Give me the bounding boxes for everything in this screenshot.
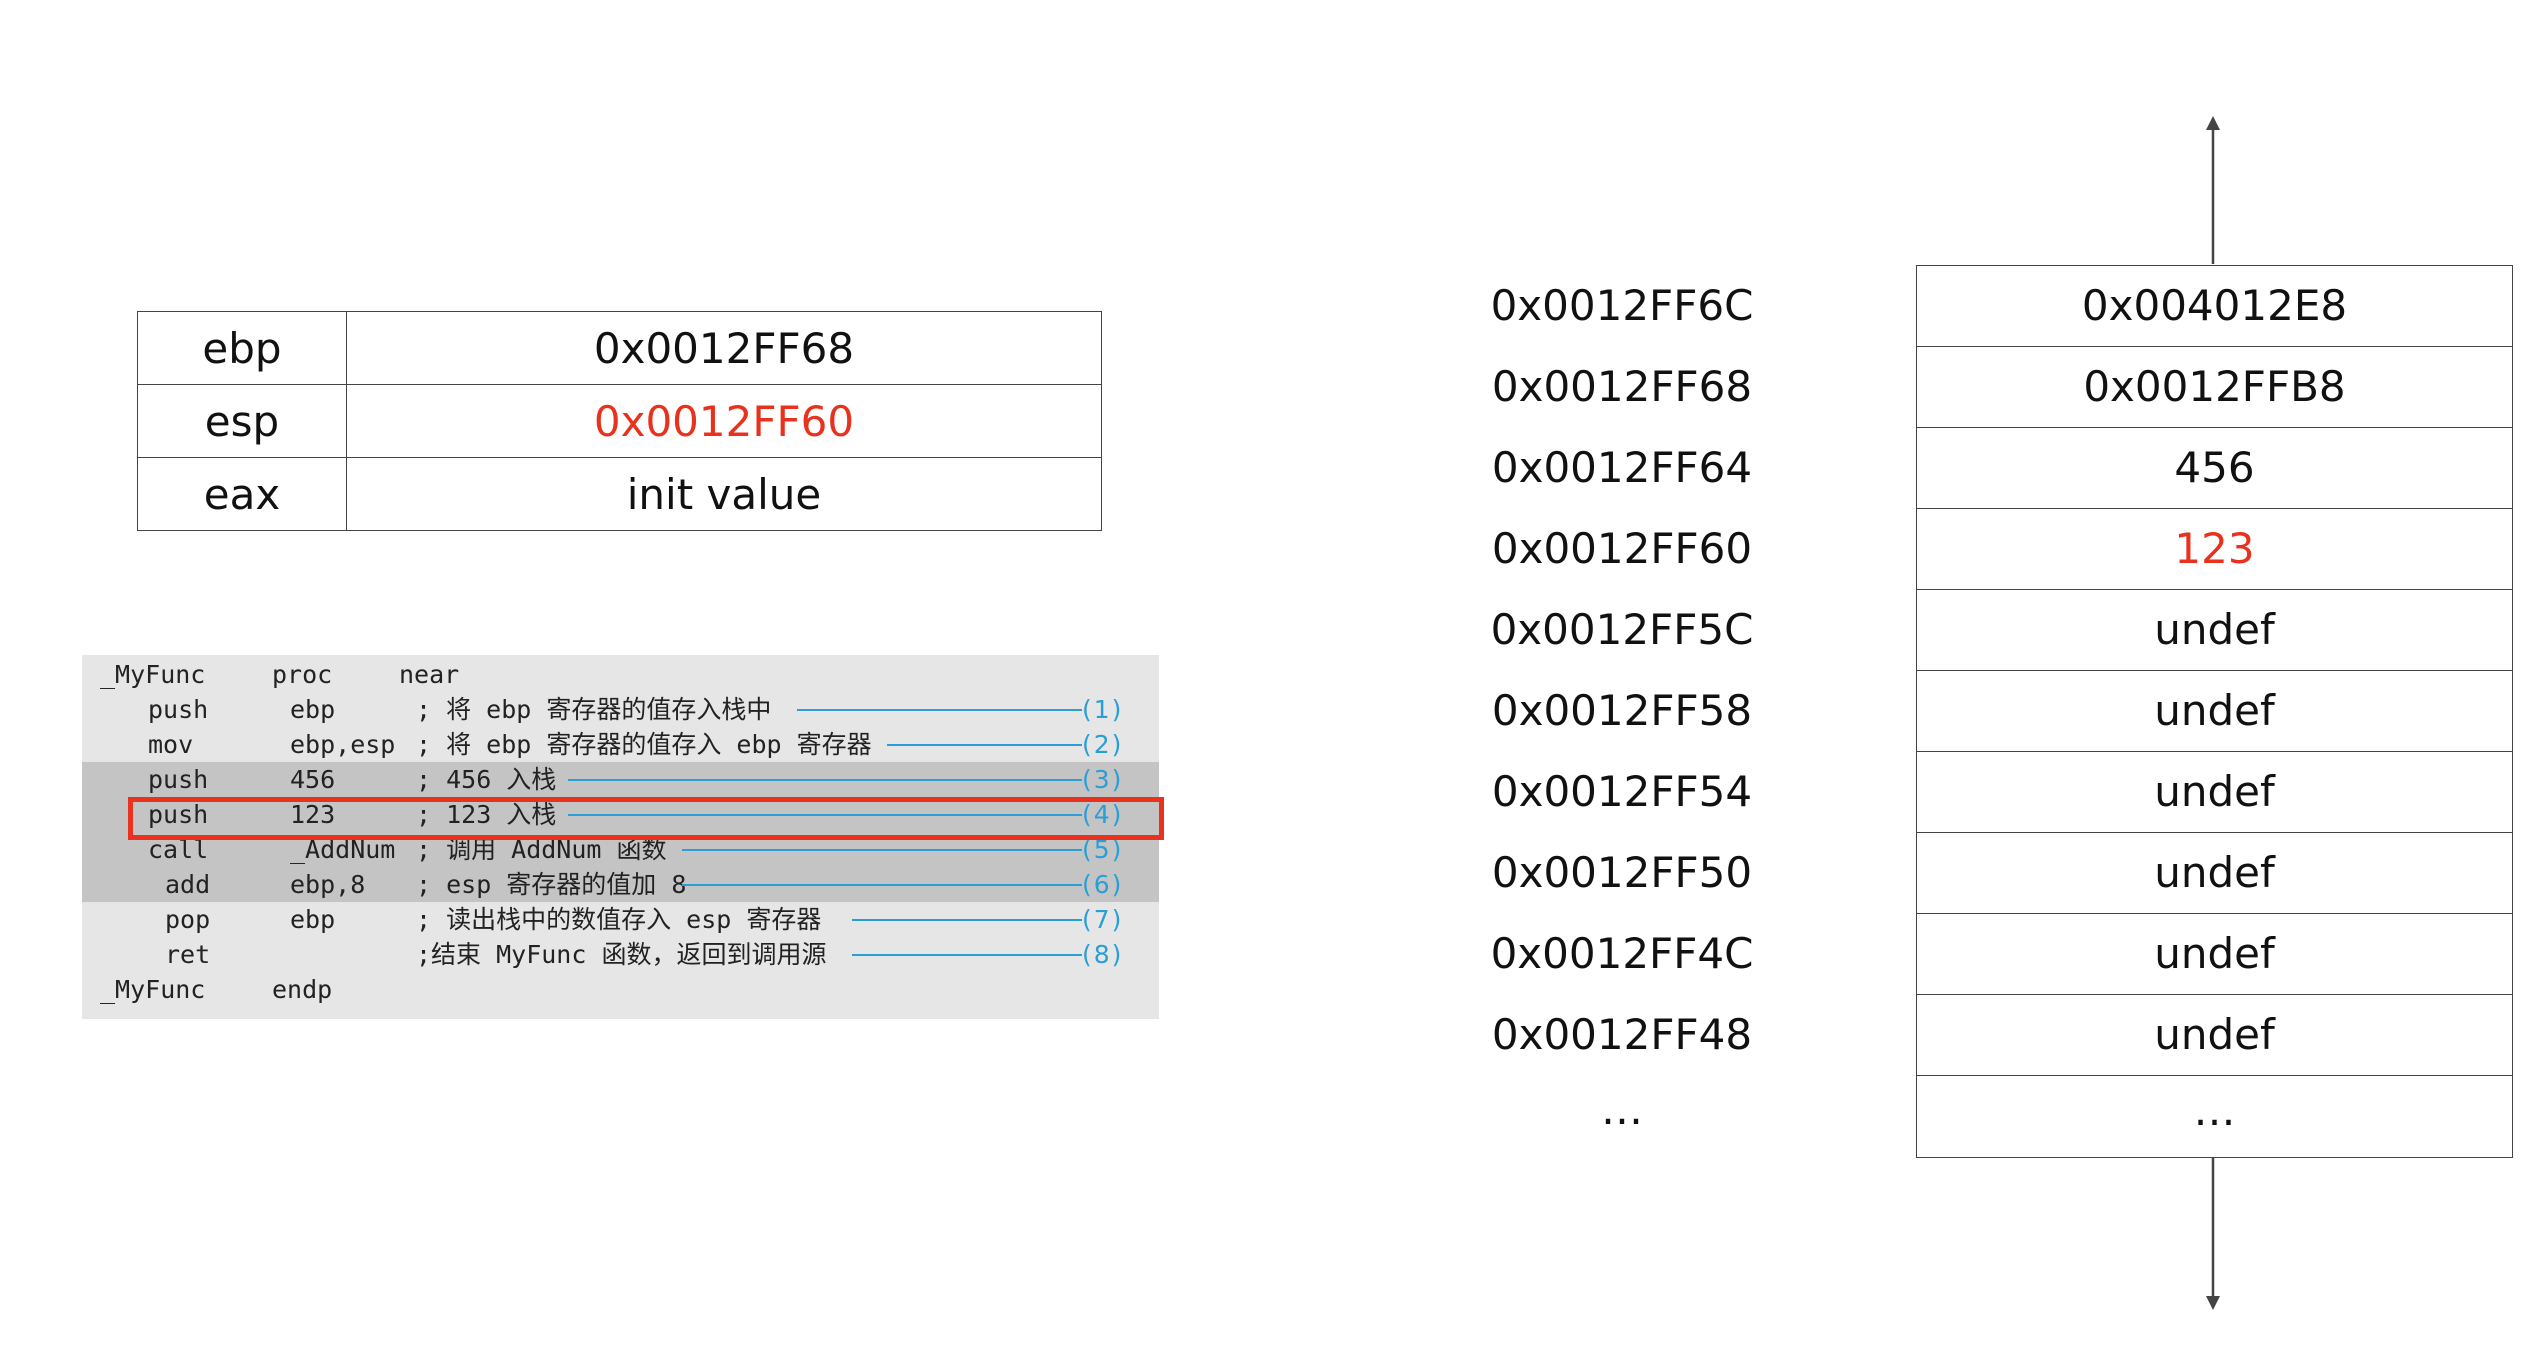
stack-arrows [2206,116,2220,1310]
arrow-down-icon [2206,1157,2220,1310]
arrow-up-icon [2206,116,2220,264]
